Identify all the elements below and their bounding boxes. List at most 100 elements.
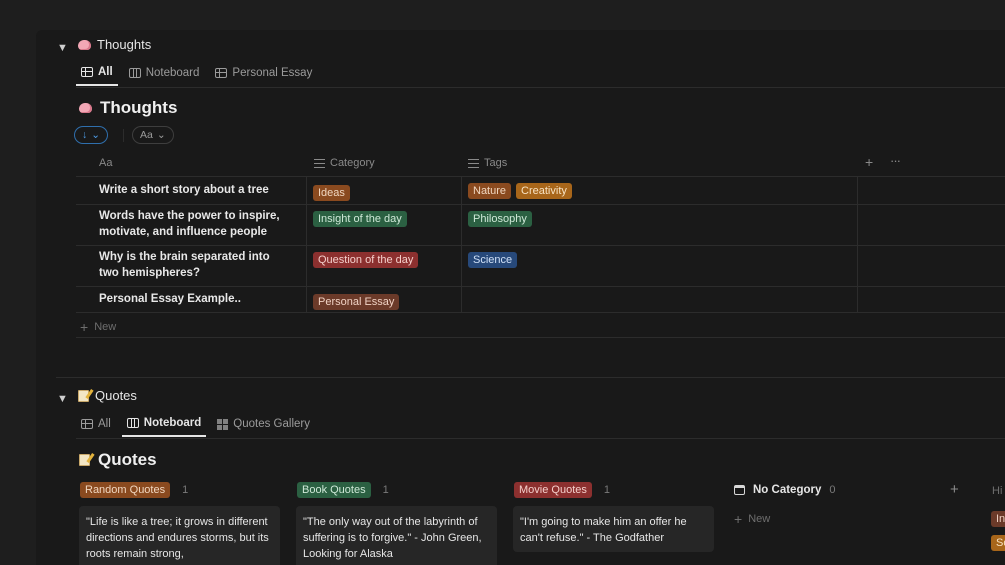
table-row-name[interactable]: Why is the brain separated into two hemi…	[99, 249, 289, 281]
table-row-name[interactable]: Write a short story about a tree	[99, 182, 299, 198]
category-cell[interactable]: Ideas	[313, 183, 350, 201]
sort-button[interactable]: ↓ ⌄	[74, 126, 109, 144]
category-tag: Ideas	[313, 185, 350, 201]
thoughts-section-title[interactable]: Thoughts	[78, 37, 151, 52]
hidden-group-tag[interactable]: Sc	[991, 533, 1005, 551]
category-cell[interactable]: Question of the day	[313, 250, 419, 268]
add-group-icon[interactable]: +	[950, 481, 959, 498]
db-title-text: Thoughts	[100, 98, 178, 117]
table-row-name[interactable]: Words have the power to inspire, motivat…	[99, 208, 284, 240]
gallery-icon	[217, 418, 229, 430]
db-title-text: Quotes	[98, 450, 157, 469]
tags-cell[interactable]: Philosophy	[468, 209, 532, 227]
plus-icon: +	[80, 319, 89, 335]
table-icon	[215, 68, 228, 78]
tab-label: All	[98, 66, 113, 78]
row-divider	[76, 245, 1005, 246]
chevron-down-icon: ⌄	[91, 129, 101, 141]
group-header-movie-quotes[interactable]: Movie Quotes 1	[514, 482, 610, 498]
group-count: 1	[603, 484, 610, 496]
tab-label: Personal Essay	[232, 67, 313, 79]
toggle-arrow-icon[interactable]: ▼	[57, 393, 68, 405]
quotes-section-title[interactable]: Quotes	[78, 388, 137, 403]
tag-philosophy: Philosophy	[468, 211, 532, 227]
tab-all[interactable]: All	[76, 417, 116, 437]
tags-cell[interactable]: Nature Creativity	[468, 183, 572, 199]
column-label: Tags	[484, 157, 508, 169]
column-label: Aa	[99, 157, 113, 169]
column-header-name[interactable]: Aa	[99, 157, 112, 169]
category-cell[interactable]: Insight of the day	[313, 209, 407, 227]
group-label: Random Quotes	[80, 482, 171, 498]
new-row-button[interactable]: + New	[80, 319, 116, 335]
category-cell[interactable]: Personal Essay	[313, 292, 400, 310]
group-header-no-category[interactable]: No Category 0	[734, 484, 836, 496]
tab-all[interactable]: All	[76, 66, 118, 86]
list-icon	[314, 158, 325, 168]
hidden-groups-label[interactable]: Hi	[992, 485, 1002, 497]
board-card[interactable]: "I'm going to make him an offer he can't…	[513, 506, 714, 552]
memo-icon	[78, 389, 89, 402]
table-icon	[81, 419, 93, 429]
filter-separator	[123, 129, 124, 142]
tab-personal-essay[interactable]: Personal Essay	[210, 66, 317, 86]
tabs-divider	[76, 438, 1005, 439]
board-icon	[128, 68, 141, 78]
quotes-tabs: All Noteboard Quotes Gallery	[76, 417, 315, 437]
plus-icon: +	[734, 511, 743, 527]
chevron-down-icon: ⌄	[156, 129, 166, 141]
sort-arrow-icon: ↓	[82, 129, 88, 141]
new-label: New	[748, 513, 771, 525]
tab-quotes-gallery[interactable]: Quotes Gallery	[212, 417, 315, 437]
board-card[interactable]: "The only way out of the labyrinth of su…	[296, 506, 497, 565]
group-label: No Category	[753, 484, 822, 496]
add-property-icon[interactable]: +	[865, 154, 873, 170]
tabs-divider	[76, 87, 1005, 88]
tab-label: Quotes Gallery	[233, 418, 310, 430]
tags-cell[interactable]: Science	[468, 250, 518, 268]
inbox-icon	[734, 485, 745, 495]
column-header-tags[interactable]: Tags	[468, 157, 507, 169]
row-divider	[76, 286, 1005, 287]
column-divider	[306, 176, 307, 312]
category-tag: Personal Essay	[313, 294, 400, 310]
filter-label: Aa	[140, 129, 153, 141]
row-divider	[76, 204, 1005, 205]
property-filter-button[interactable]: Aa ⌄	[132, 126, 174, 144]
tab-noteboard[interactable]: Noteboard	[124, 66, 205, 86]
column-divider	[857, 176, 858, 312]
column-label: Category	[330, 157, 375, 169]
thoughts-db-title[interactable]: Thoughts	[79, 98, 177, 118]
section-title-text: Thoughts	[97, 37, 152, 52]
more-options-icon[interactable]: ···	[890, 153, 901, 168]
category-tag: Question of the day	[313, 252, 419, 268]
new-label: New	[94, 321, 117, 333]
tag-nature: Nature	[468, 183, 512, 199]
tab-noteboard[interactable]: Noteboard	[121, 417, 207, 437]
hidden-tag: In	[991, 511, 1005, 527]
group-count: 0	[829, 484, 836, 496]
table-row-name[interactable]: Personal Essay Example..	[99, 291, 299, 307]
quotes-db-title[interactable]: Quotes	[79, 450, 157, 470]
category-tag: Insight of the day	[313, 211, 407, 227]
board-card[interactable]: "Life is like a tree; it grows in differ…	[79, 506, 280, 565]
quotes-toggle[interactable]: ▼	[57, 389, 68, 407]
brain-icon	[79, 103, 92, 113]
section-title-text: Quotes	[95, 388, 137, 403]
column-header-category[interactable]: Category	[314, 157, 375, 169]
brain-icon	[78, 39, 91, 50]
group-header-book-quotes[interactable]: Book Quotes 1	[297, 482, 389, 498]
group-count: 1	[382, 484, 389, 496]
hidden-group-tag[interactable]: In	[991, 509, 1005, 527]
group-label: Movie Quotes	[514, 482, 592, 498]
tag-creativity: Creativity	[516, 183, 572, 199]
list-icon	[468, 158, 479, 168]
group-label: Book Quotes	[297, 482, 371, 498]
toggle-arrow-icon[interactable]: ▼	[57, 42, 68, 54]
column-divider	[461, 176, 462, 312]
new-card-button[interactable]: + New	[734, 511, 770, 527]
thoughts-tabs: All Noteboard Personal Essay	[76, 66, 317, 86]
thoughts-toggle[interactable]: ▼	[57, 38, 68, 56]
board-icon	[126, 418, 139, 428]
group-header-random-quotes[interactable]: Random Quotes 1	[80, 482, 188, 498]
